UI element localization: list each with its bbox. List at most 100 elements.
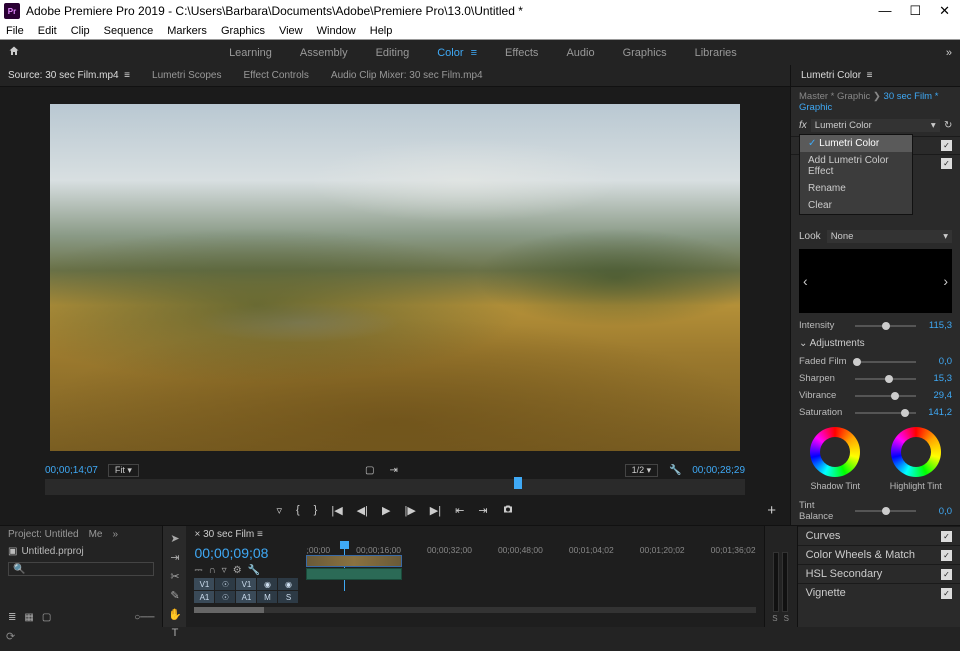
overwrite-icon[interactable]: ⇥ [478,504,487,517]
selection-tool-icon[interactable]: ➤ [170,532,179,545]
step-back-icon[interactable]: ◀| [357,504,368,517]
timecode-right[interactable]: 00;00;28;29 [692,465,745,476]
shadow-tint-wheel[interactable] [810,427,860,477]
menu-file[interactable]: File [6,25,24,37]
timeline-zoom-scrollbar[interactable] [194,607,755,613]
intensity-value[interactable]: 115,3 [922,320,952,331]
sharpen-slider[interactable] [855,378,916,380]
settings-icon[interactable]: ⇥ [387,465,401,476]
menu-sequence[interactable]: Sequence [104,25,154,37]
workspace-graphics[interactable]: Graphics [623,47,667,59]
section-vignette[interactable]: Vignette [806,587,941,599]
track-select-tool-icon[interactable]: ⇥ [170,551,179,564]
icon-view-icon[interactable]: ▦ [24,612,33,623]
menu-window[interactable]: Window [317,25,356,37]
next-look-icon[interactable]: › [943,273,948,289]
tab-source[interactable]: Source: 30 sec Film.mp4 ≡ [8,70,130,81]
prev-look-icon[interactable]: ‹ [803,273,808,289]
mark-in-icon[interactable]: { [296,504,300,516]
go-to-in-icon[interactable]: |◀ [331,504,342,517]
button-editor-icon[interactable]: + [767,502,776,519]
a1-target[interactable]: A1 [236,591,256,603]
resolution-dropdown[interactable]: 1/2 ▾ [625,464,659,477]
add-marker-icon[interactable]: ▿ [276,504,282,517]
saturation-value[interactable]: 141,2 [922,407,952,418]
section-hsl[interactable]: HSL Secondary [806,568,941,580]
tint-balance-slider[interactable] [855,510,916,512]
zoom-slider-icon[interactable]: ○── [134,612,154,623]
workspace-color[interactable]: Color ≡ [437,47,477,59]
tab-media-browser[interactable]: Me [89,529,103,540]
play-icon[interactable]: ▶ [382,504,390,517]
snap-icon[interactable]: ⎓ [194,565,202,576]
project-filename[interactable]: Untitled.prproj [21,546,83,557]
close-button[interactable]: ✕ [939,3,950,19]
project-overflow-icon[interactable]: » [113,529,119,540]
sync-icon[interactable]: ⟳ [6,631,15,643]
dd-item-add-lumetri[interactable]: Add Lumetri Color Effect [800,152,912,180]
workspace-menu-icon[interactable]: ≡ [468,47,477,59]
lumetri-effect-dropdown[interactable]: Lumetri Color▾ [811,119,940,132]
video-clip[interactable] [306,555,402,567]
workspace-learning[interactable]: Learning [229,47,272,59]
hand-tool-icon[interactable]: ✋ [168,608,182,621]
dd-item-lumetri-color[interactable]: Lumetri Color [800,135,912,152]
safe-margins-icon[interactable]: ▢ [363,465,377,476]
vibrance-value[interactable]: 29,4 [922,390,952,401]
menu-graphics[interactable]: Graphics [221,25,265,37]
tab-effect-controls[interactable]: Effect Controls [244,70,309,81]
look-dropdown[interactable]: None▾ [827,230,952,243]
saturation-slider[interactable] [855,412,916,414]
step-forward-icon[interactable]: |▶ [404,504,415,517]
fit-dropdown[interactable]: Fit ▾ [108,464,139,477]
vignette-checkbox[interactable]: ✓ [941,588,952,599]
timecode-left[interactable]: 00;00;14;07 [45,465,98,476]
timeline-ruler[interactable]: ;00;00 00;00;16;00 00;00;32;00 00;00;48;… [306,543,755,555]
a1-source[interactable]: A1 [194,591,214,603]
solo-right[interactable]: S [784,614,789,623]
list-view-icon[interactable]: ≣ [8,612,16,623]
menu-help[interactable]: Help [370,25,393,37]
section-color-wheels[interactable]: Color Wheels & Match [806,549,941,561]
workspace-audio[interactable]: Audio [566,47,594,59]
maximize-button[interactable]: ☐ [909,3,921,19]
mark-out-icon[interactable]: } [314,504,318,516]
reset-icon[interactable]: ↺ [944,120,952,131]
ripple-edit-tool-icon[interactable]: ✂ [170,570,179,583]
solo-left[interactable]: S [772,614,777,623]
workspace-effects[interactable]: Effects [505,47,538,59]
go-to-out-icon[interactable]: ▶| [430,504,441,517]
insert-icon[interactable]: ⇤ [455,504,464,517]
type-tool-icon[interactable]: T [172,627,179,639]
menu-edit[interactable]: Edit [38,25,57,37]
wrench-icon[interactable]: 🔧 [248,565,260,576]
menu-clip[interactable]: Clip [71,25,90,37]
settings-icon[interactable]: ⚙ [233,565,242,576]
tint-balance-value[interactable]: 0,0 [922,506,952,517]
pen-tool-icon[interactable]: ✎ [170,589,179,602]
audio-clip[interactable] [306,568,402,580]
colorwheels-checkbox[interactable]: ✓ [941,550,952,561]
hsl-checkbox[interactable]: ✓ [941,569,952,580]
v1-target[interactable]: V1 [236,578,256,590]
export-frame-icon[interactable] [502,503,514,518]
video-preview[interactable] [50,104,740,451]
menu-markers[interactable]: Markers [167,25,207,37]
minimize-button[interactable]: — [878,3,891,19]
workspace-libraries[interactable]: Libraries [695,47,737,59]
home-icon[interactable] [8,45,20,60]
linked-selection-icon[interactable]: ∩ [208,565,215,576]
sharpen-value[interactable]: 15,3 [922,373,952,384]
workspace-editing[interactable]: Editing [376,47,410,59]
workspace-overflow-icon[interactable]: » [946,47,952,59]
source-scrubber[interactable] [45,479,745,495]
section-curves[interactable]: Curves [806,530,941,542]
tab-audio-clip-mixer[interactable]: Audio Clip Mixer: 30 sec Film.mp4 [331,70,483,81]
intensity-slider[interactable] [855,325,916,327]
marker-icon[interactable]: ▿ [222,565,227,576]
sequence-tab[interactable]: 30 sec Film [203,529,254,540]
workspace-assembly[interactable]: Assembly [300,47,348,59]
dd-item-rename[interactable]: Rename [800,180,912,197]
vibrance-slider[interactable] [855,395,916,397]
creative-checkbox[interactable]: ✓ [941,158,952,169]
